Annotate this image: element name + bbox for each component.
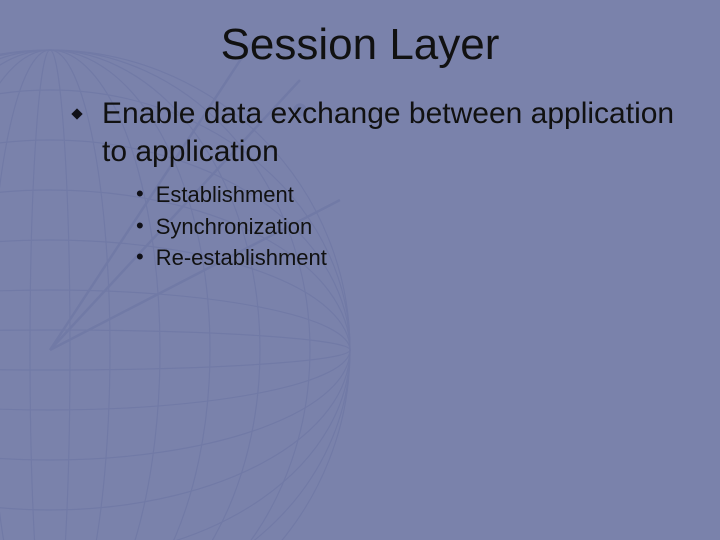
slide: Session Layer Enable data exchange betwe… [0, 0, 720, 540]
round-bullet-icon: • [136, 180, 144, 209]
bullet-level2-text: Establishment [156, 180, 294, 210]
diamond-bullet-icon [70, 107, 84, 121]
bullet-level2-group: • Establishment • Synchronization • Re-e… [136, 180, 680, 273]
bullet-level1-text: Enable data exchange between application… [102, 95, 680, 170]
slide-body: Enable data exchange between application… [70, 95, 680, 275]
bullet-level2: • Re-establishment [136, 243, 680, 273]
slide-title: Session Layer [0, 20, 720, 70]
bullet-level1: Enable data exchange between application… [70, 95, 680, 170]
bullet-level2: • Synchronization [136, 212, 680, 242]
round-bullet-icon: • [136, 243, 144, 272]
bullet-level2: • Establishment [136, 180, 680, 210]
bullet-level2-text: Synchronization [156, 212, 313, 242]
bullet-level2-text: Re-establishment [156, 243, 327, 273]
round-bullet-icon: • [136, 212, 144, 241]
